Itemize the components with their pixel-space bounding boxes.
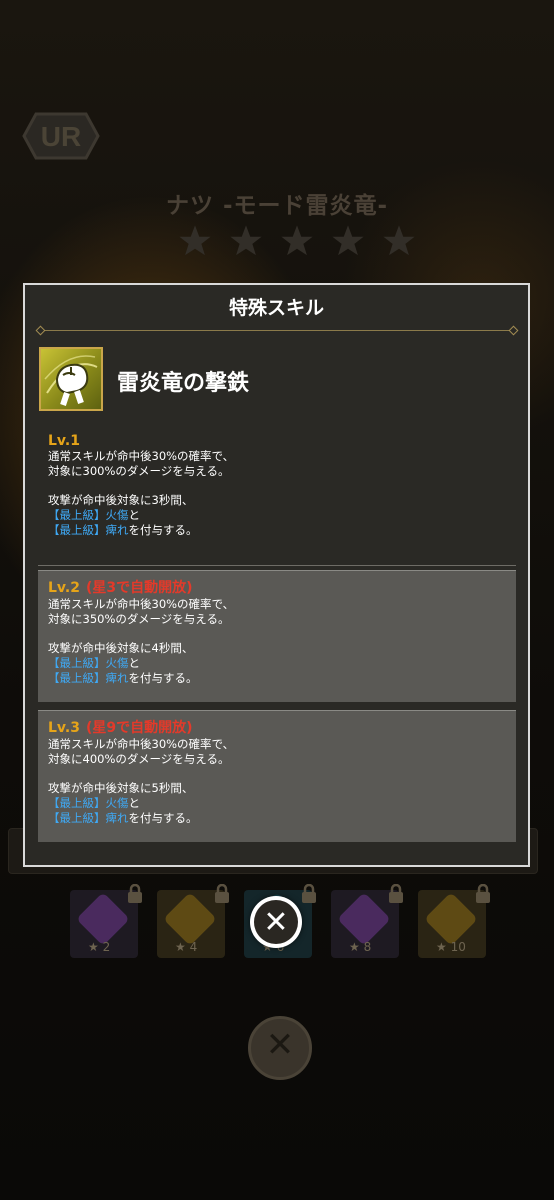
star-icon xyxy=(382,224,416,258)
ornament-divider xyxy=(35,325,519,336)
lock-icon xyxy=(389,884,403,903)
gem-icon xyxy=(424,892,478,946)
burn-effect: 火傷 xyxy=(105,508,129,522)
star-icon xyxy=(178,224,212,258)
effect-tag: 【最上級】 xyxy=(48,523,106,537)
level-label: Lv.2 xyxy=(48,580,80,596)
burn-effect: 火傷 xyxy=(105,796,129,810)
lock-icon xyxy=(215,884,229,903)
effect-tag: 【最上級】 xyxy=(48,796,106,810)
close-icon: ✕ xyxy=(263,905,289,940)
star-icon xyxy=(280,224,314,258)
lock-icon xyxy=(128,884,142,903)
unlock-condition: (星9で自動開放) xyxy=(85,720,193,736)
star-rating xyxy=(178,224,428,258)
effect-tag: 【最上級】 xyxy=(48,656,106,670)
slot-star-requirement: 4 xyxy=(189,940,198,954)
skill-level-3: Lv.3 (星9で自動開放) 通常スキルが命中後30%の確率で、 対象に400%の… xyxy=(38,710,516,842)
skill-slot[interactable]: ★ 2 xyxy=(70,884,142,958)
gem-icon xyxy=(76,892,130,946)
level-description: 通常スキルが命中後30%の確率で、 xyxy=(48,449,235,463)
slot-star-requirement: 8 xyxy=(363,940,372,954)
dialog-title: 特殊スキル xyxy=(228,297,324,319)
special-skill-dialog: 特殊スキル 雷炎竜の撃鉄 Lv.1 通常スキルが命中後30%の確率で、 対象に3… xyxy=(23,283,530,867)
star-icon xyxy=(331,224,365,258)
skill-slot[interactable]: ★ 4 xyxy=(157,884,229,958)
unlock-condition: (星3で自動開放) xyxy=(85,580,193,596)
effect-tag: 【最上級】 xyxy=(48,811,106,825)
skill-slot[interactable]: ★ 8 xyxy=(331,884,403,958)
level-description: 通常スキルが命中後30%の確率で、 xyxy=(48,597,235,611)
effect-tag: 【最上級】 xyxy=(48,508,106,522)
paralysis-effect: 痺れ xyxy=(105,671,129,685)
level-description: 対象に300%のダメージを与える。 xyxy=(48,464,230,478)
level-label: Lv.3 xyxy=(48,720,80,736)
burn-effect: 火傷 xyxy=(105,656,129,670)
effect-tag: 【最上級】 xyxy=(48,671,106,685)
skill-level-2: Lv.2 (星3で自動開放) 通常スキルが命中後30%の確率で、 対象に350%の… xyxy=(38,570,516,702)
level-description: 対象に350%のダメージを与える。 xyxy=(48,612,230,626)
level-effect: 攻撃が命中後対象に5秒間、 xyxy=(48,781,194,795)
lock-icon xyxy=(476,884,490,903)
skill-slot[interactable]: ★ 10 xyxy=(418,884,490,958)
lock-icon xyxy=(302,884,316,903)
close-icon: ✕ xyxy=(265,1025,295,1065)
gem-icon xyxy=(337,892,391,946)
level-effect: 攻撃が命中後対象に4秒間、 xyxy=(48,641,194,655)
level-separator xyxy=(38,565,516,566)
level-label: Lv.1 xyxy=(48,433,80,449)
close-dialog-button[interactable]: ✕ xyxy=(250,896,302,948)
paralysis-effect: 痺れ xyxy=(105,811,129,825)
character-name: ナツ -モード雷炎竜- xyxy=(165,193,389,219)
level-effect: 攻撃が命中後対象に3秒間、 xyxy=(48,493,194,507)
slot-star-requirement: 10 xyxy=(450,940,466,954)
rarity-badge: UR xyxy=(22,112,100,160)
skill-level-1: Lv.1 通常スキルが命中後30%の確率で、 対象に300%のダメージを与える。… xyxy=(38,433,516,538)
background-close-button: ✕ xyxy=(248,1016,312,1080)
fist-skill-icon xyxy=(39,347,103,411)
slot-star-requirement: 2 xyxy=(102,940,111,954)
svg-text:UR: UR xyxy=(41,121,81,152)
level-description: 対象に400%のダメージを与える。 xyxy=(48,752,230,766)
star-icon xyxy=(229,224,263,258)
paralysis-effect: 痺れ xyxy=(105,523,129,537)
level-description: 通常スキルが命中後30%の確率で、 xyxy=(48,737,235,751)
gem-icon xyxy=(163,892,217,946)
skill-name: 雷炎竜の撃鉄 xyxy=(117,371,250,396)
